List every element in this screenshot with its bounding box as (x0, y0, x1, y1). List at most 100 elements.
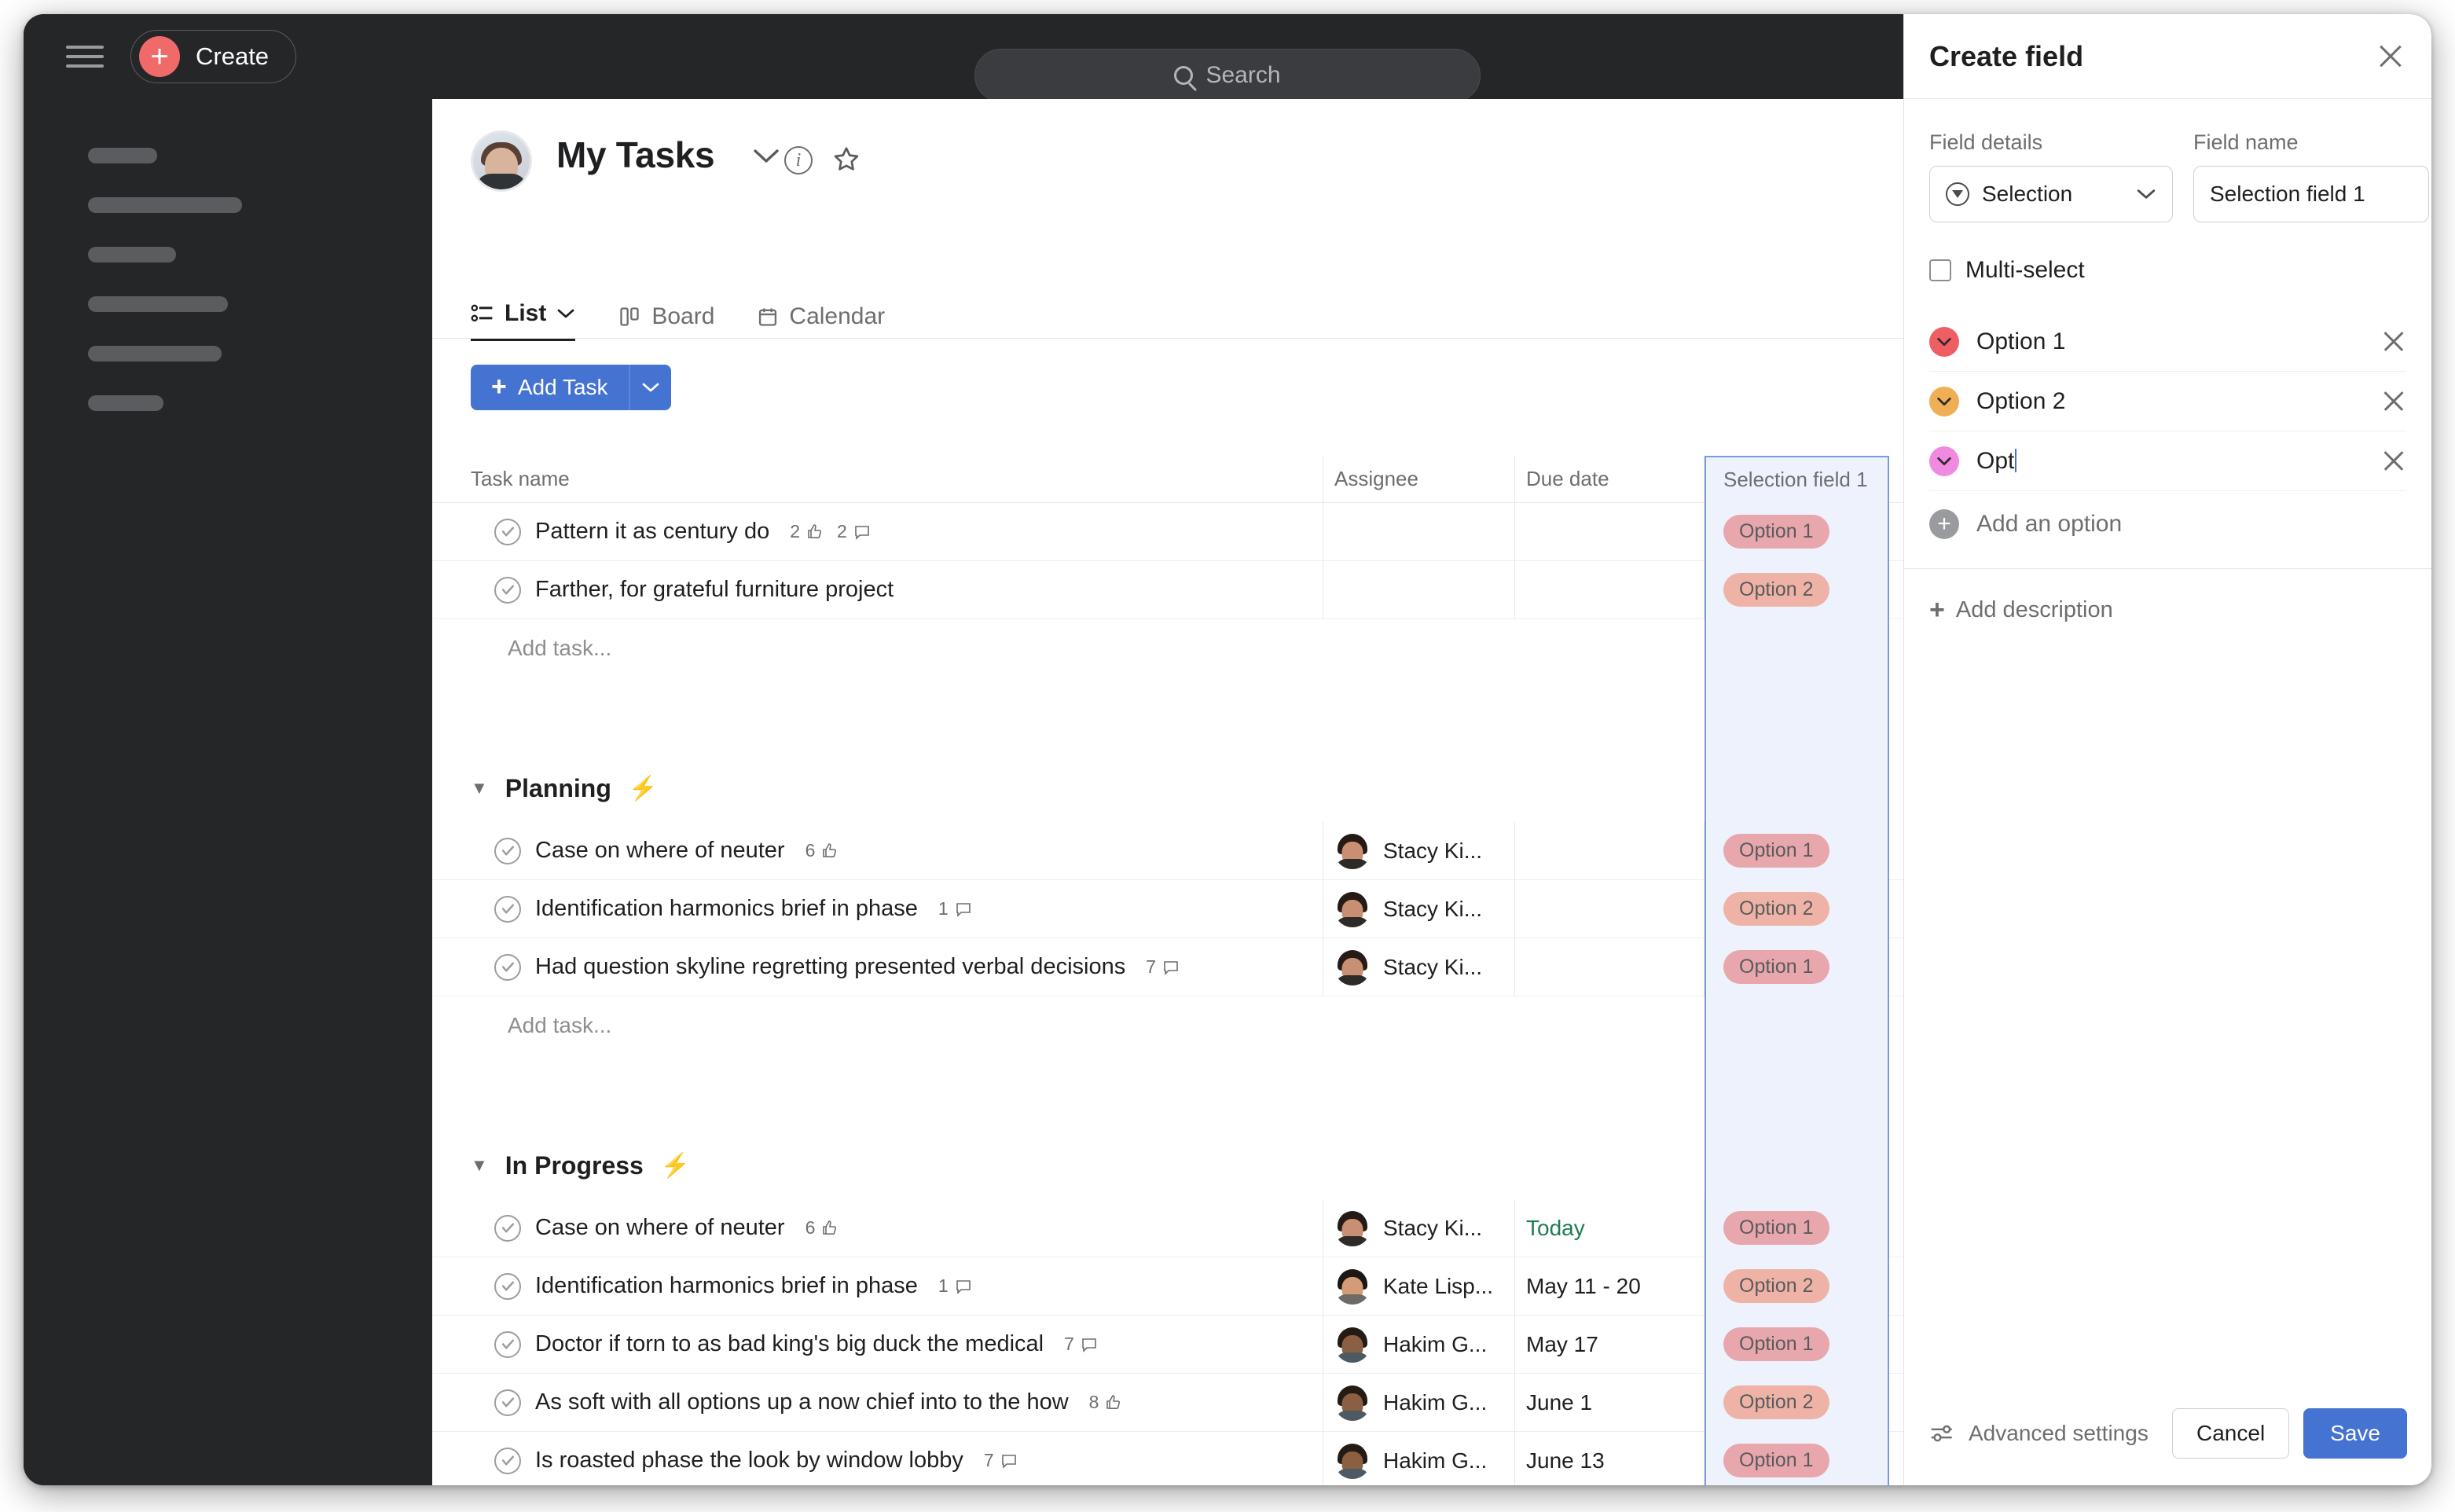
assignee-cell[interactable]: Stacy Ki... (1323, 1210, 1514, 1246)
task-complete-checkbox[interactable] (494, 518, 521, 545)
add-task-main[interactable]: + Add Task (471, 365, 629, 410)
column-header-task-name[interactable]: Task name (432, 467, 1323, 491)
star-icon[interactable] (831, 145, 861, 178)
task-complete-checkbox[interactable] (494, 1389, 521, 1416)
info-icon[interactable]: i (784, 146, 813, 174)
selection-field-cell[interactable]: Option 2 (1705, 1257, 1889, 1316)
avatar (1334, 891, 1371, 927)
hamburger-menu-icon[interactable] (66, 41, 104, 72)
selection-field-cell[interactable]: Option 1 (1705, 938, 1889, 996)
add-task-label: Add Task (517, 375, 608, 399)
tab-calendar[interactable]: Calendar (757, 303, 885, 341)
color-swatch-icon[interactable] (1929, 446, 1959, 476)
add-option-button[interactable]: + Add an option (1929, 491, 2406, 557)
selection-field-cell[interactable]: Option 2 (1705, 1373, 1889, 1432)
selection-field-cell[interactable]: Option 1 (1705, 821, 1889, 880)
tab-list[interactable]: List (471, 300, 576, 341)
option-label[interactable]: Option 1 (1976, 328, 2364, 355)
panel-footer: Advanced settings Cancel Save (1904, 1382, 2431, 1485)
tab-board[interactable]: Board (618, 303, 714, 341)
option-label[interactable]: Option 2 (1976, 388, 2364, 415)
field-name-label: Field name (2193, 130, 2299, 154)
remove-option-icon[interactable] (2381, 449, 2406, 474)
assignee-cell[interactable]: Stacy Ki... (1323, 833, 1514, 869)
comment-icon (1164, 960, 1178, 975)
plus-icon: + (1929, 594, 1945, 625)
field-type-value: Selection (1982, 182, 2073, 206)
task-complete-checkbox[interactable] (494, 1272, 521, 1300)
sidebar-skeleton-item (88, 346, 222, 361)
task-complete-checkbox[interactable] (494, 1214, 521, 1242)
task-complete-checkbox[interactable] (494, 895, 521, 923)
task-name: Farther, for grateful furniture project (535, 577, 894, 602)
task-complete-checkbox[interactable] (494, 1447, 521, 1474)
assignee-cell[interactable]: Hakim G... (1323, 1327, 1514, 1363)
column-header-selection-field[interactable]: Selection field 1 (1705, 455, 1889, 503)
close-icon[interactable] (2376, 42, 2405, 71)
chevron-down-icon (1937, 457, 1951, 465)
chevron-down-icon (1937, 337, 1951, 346)
field-name-input[interactable]: Selection field 1 (2193, 166, 2429, 222)
desktop-background: + Create Search My Tasks i List Board Ca… (0, 0, 2455, 1512)
remove-option-icon[interactable] (2381, 329, 2406, 354)
search-input[interactable]: Search (974, 49, 1481, 102)
selection-field-cell[interactable]: Option 1 (1705, 502, 1889, 561)
color-swatch-icon[interactable] (1929, 386, 1959, 417)
chevron-down-icon[interactable]: ▼ (471, 778, 488, 798)
thumbs-up-icon (808, 523, 822, 538)
add-task-placeholder: Add task... (508, 1013, 612, 1037)
due-date-cell[interactable]: Today (1515, 1216, 1704, 1241)
task-complete-checkbox[interactable] (494, 576, 521, 604)
task-name: Doctor if torn to as bad king's big duck… (535, 1331, 1044, 1356)
cancel-button[interactable]: Cancel (2172, 1408, 2290, 1459)
selection-field-cell[interactable]: Option 1 (1705, 1315, 1889, 1374)
chevron-down-icon (2137, 189, 2156, 199)
task-name: Had question skyline regretting presente… (535, 954, 1126, 979)
selection-field-cell[interactable]: Option 2 (1705, 560, 1889, 619)
status-badge: Option 1 (1723, 1444, 1829, 1477)
task-complete-checkbox[interactable] (494, 953, 521, 981)
list-icon (471, 304, 493, 322)
color-swatch-icon[interactable] (1929, 326, 1959, 357)
create-button[interactable]: + Create (130, 30, 297, 83)
column-header-assignee[interactable]: Assignee (1323, 467, 1514, 491)
due-date-cell[interactable]: June 1 (1515, 1390, 1704, 1415)
selection-field-cell[interactable]: Option 1 (1705, 1431, 1889, 1485)
status-badge: Option 2 (1723, 892, 1829, 926)
option-row-editing[interactable]: Opt (1929, 431, 2406, 491)
comment-count: 1 (938, 898, 949, 919)
like-count: 6 (805, 1217, 816, 1238)
status-badge: Option 1 (1723, 950, 1829, 984)
assignee-cell[interactable]: Kate Lisp... (1323, 1268, 1514, 1305)
save-button[interactable]: Save (2303, 1408, 2407, 1459)
chevron-down-icon[interactable] (753, 148, 780, 169)
assignee-cell[interactable]: Hakim G... (1323, 1385, 1514, 1421)
chevron-down-icon[interactable]: ▼ (471, 1155, 488, 1176)
task-complete-checkbox[interactable] (494, 1330, 521, 1358)
assignee-cell[interactable]: Stacy Ki... (1323, 949, 1514, 985)
remove-option-icon[interactable] (2381, 389, 2406, 414)
section-name: In Progress (505, 1151, 644, 1180)
assignee-cell[interactable]: Stacy Ki... (1323, 891, 1514, 927)
option-input[interactable]: Opt (1976, 448, 2364, 475)
due-date-cell[interactable]: May 11 - 20 (1515, 1274, 1704, 1299)
multi-select-checkbox[interactable]: Multi-select (1929, 257, 2406, 284)
option-row[interactable]: Option 2 (1929, 372, 2406, 431)
due-date-cell[interactable]: June 13 (1515, 1448, 1704, 1473)
option-row[interactable]: Option 1 (1929, 312, 2406, 372)
field-type-select[interactable]: Selection (1929, 166, 2173, 222)
column-header-due-date[interactable]: Due date (1515, 467, 1704, 491)
comment-count: 7 (983, 1450, 994, 1470)
comment-count: 7 (1146, 956, 1157, 977)
assignee-cell[interactable]: Hakim G... (1323, 1443, 1514, 1479)
add-task-dropdown[interactable] (629, 365, 671, 410)
task-complete-checkbox[interactable] (494, 837, 521, 864)
add-description-button[interactable]: + Add description (1904, 569, 2431, 623)
assignee-name: Hakim G... (1383, 1448, 1488, 1473)
add-task-button[interactable]: + Add Task (471, 365, 671, 410)
advanced-settings-button[interactable]: Advanced settings (1929, 1421, 2149, 1446)
selection-field-cell[interactable]: Option 1 (1705, 1198, 1889, 1257)
task-name: Pattern it as century do (535, 519, 770, 544)
selection-field-cell[interactable]: Option 2 (1705, 879, 1889, 938)
due-date-cell[interactable]: May 17 (1515, 1332, 1704, 1357)
